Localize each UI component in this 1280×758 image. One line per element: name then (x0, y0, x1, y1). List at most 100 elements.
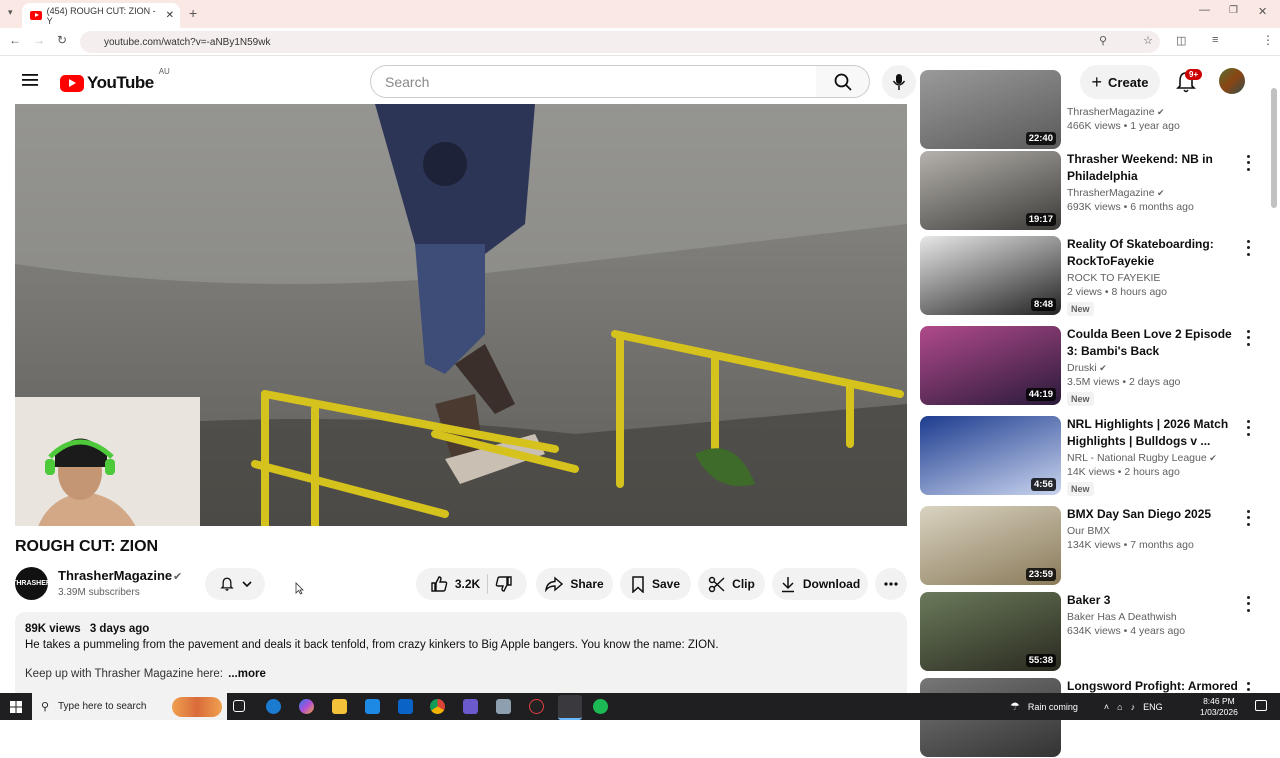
video-title[interactable]: Baker 3 (1067, 592, 1239, 609)
video-title[interactable]: Reality Of Skateboarding: RockToFayekie (1067, 236, 1239, 270)
search-button[interactable] (816, 65, 870, 98)
app-icon[interactable] (496, 699, 511, 714)
volume-icon[interactable]: ♪ (1131, 702, 1136, 712)
sidebar-video-item[interactable]: 22:40 ThrasherMagazine ✔ 466K views • 1 ye… (920, 70, 1270, 150)
video-stats: 693K views • 6 months ago (1067, 201, 1194, 213)
zoom-icon[interactable]: ⚲ (1099, 34, 1107, 47)
media-app-icon[interactable] (529, 699, 544, 714)
new-tab-icon[interactable]: + (189, 5, 197, 21)
more-vertical-icon[interactable] (1243, 328, 1253, 348)
back-icon[interactable]: ← (9, 33, 21, 47)
video-channel[interactable]: ROCK TO FAYEKIE (1067, 272, 1239, 284)
mail-icon[interactable] (398, 699, 413, 714)
channel-name[interactable]: ThrasherMagazine (58, 568, 172, 583)
video-channel[interactable]: Druski ✔ (1067, 362, 1239, 374)
teams-icon[interactable] (463, 699, 478, 714)
video-channel[interactable]: NRL - National Rugby League ✔ (1067, 452, 1239, 464)
more-vertical-icon[interactable] (1243, 508, 1253, 528)
spotify-icon[interactable] (593, 699, 608, 714)
sidebar-video-item[interactable]: 4:56 NRL Highlights | 2026 Match Highligh… (920, 416, 1270, 496)
mouse-cursor-icon (295, 582, 304, 595)
edge-browser-icon[interactable] (266, 699, 281, 714)
page-scrollbar[interactable] (1270, 88, 1278, 208)
video-title[interactable]: Coulda Been Love 2 Episode 3: Bambi's Ba… (1067, 326, 1239, 360)
save-button[interactable]: Save (620, 568, 691, 600)
minimize-icon[interactable]: — (1199, 4, 1210, 16)
voice-search-button[interactable] (882, 65, 916, 99)
subscribed-notifications-button[interactable] (205, 568, 265, 600)
tab-list-icon[interactable]: ▾ (8, 7, 13, 18)
subscriber-count: 3.39M subscribers (58, 587, 140, 598)
maximize-icon[interactable]: ❐ (1229, 5, 1238, 16)
browser-menu-icon[interactable]: ⋮ (1262, 33, 1274, 47)
reload-icon[interactable]: ↻ (57, 33, 67, 47)
video-channel[interactable]: Our BMX (1067, 525, 1239, 537)
channel-name: Baker Has A Deathwish (1067, 611, 1177, 623)
video-thumbnail[interactable]: 19:17 (920, 151, 1061, 230)
video-thumbnail[interactable]: 44:19 (920, 326, 1061, 405)
sidebar-video-item[interactable]: 19:17 Thrasher Weekend: NB in Philadelphi… (920, 151, 1270, 231)
taskbar-clock[interactable]: 8:46 PM 1/03/2026 (1200, 696, 1238, 718)
extensions-icon[interactable]: ◫ (1176, 34, 1186, 47)
video-channel[interactable]: ThrasherMagazine ✔ (1067, 187, 1239, 199)
bookmark-star-icon[interactable]: ☆ (1143, 34, 1153, 47)
tray-chevron-icon[interactable]: ˄ (1104, 702, 1109, 712)
more-vertical-icon[interactable] (1243, 594, 1253, 614)
share-label: Share (570, 577, 604, 591)
notification-center-icon[interactable] (1255, 700, 1267, 711)
more-actions-button[interactable] (875, 568, 907, 600)
more-vertical-icon[interactable] (1243, 153, 1253, 173)
browser-tab[interactable]: (454) ROUGH CUT: ZION - Y ✕ (22, 3, 180, 28)
video-thumbnail[interactable]: 22:40 (920, 70, 1061, 149)
store-icon[interactable] (365, 699, 380, 714)
sidebar-video-item[interactable]: 44:19 Coulda Been Love 2 Episode 3: Bambi… (920, 326, 1270, 406)
sidebar-video-item[interactable]: 8:48 Reality Of Skateboarding: RockToFaye… (920, 236, 1270, 316)
video-thumbnail[interactable]: 23:59 (920, 506, 1061, 585)
chrome-icon[interactable] (430, 699, 445, 714)
video-thumbnail[interactable]: 55:38 (920, 592, 1061, 671)
hamburger-menu-icon[interactable] (22, 73, 38, 87)
share-button[interactable]: Share (536, 568, 613, 600)
video-player[interactable] (15, 104, 907, 526)
video-thumbnail[interactable]: 8:48 (920, 236, 1061, 315)
thumbs-down-icon[interactable] (495, 575, 513, 593)
windows-start-icon[interactable] (10, 701, 22, 713)
like-button[interactable]: 3.2K (430, 575, 480, 593)
logo-text: YouTube (87, 73, 154, 92)
browser-tab-bar: ▾ (454) ROUGH CUT: ZION - Y ✕ + — ❐ ✕ (0, 0, 1280, 28)
language-indicator[interactable]: ENG (1143, 702, 1163, 712)
video-channel[interactable]: ThrasherMagazine ✔ (1067, 106, 1239, 118)
weather-text[interactable]: Rain coming (1028, 702, 1078, 712)
tab-close-icon[interactable]: ✕ (166, 10, 174, 21)
chrome-active-icon[interactable] (558, 695, 582, 720)
url-field[interactable]: youtube.com/watch?v=-aNBy1N59wk (80, 31, 1160, 53)
forward-icon[interactable]: → (33, 33, 45, 47)
clip-button[interactable]: Clip (698, 568, 765, 600)
taskbar-search-input[interactable]: ⚲ Type here to search (32, 693, 227, 720)
more-vertical-icon[interactable] (1243, 238, 1253, 258)
video-title[interactable]: NRL Highlights | 2026 Match Highlights |… (1067, 416, 1239, 450)
video-channel[interactable]: Baker Has A Deathwish (1067, 611, 1239, 623)
youtube-logo[interactable]: YouTube AU (60, 67, 170, 93)
search-icon (834, 73, 852, 91)
video-thumbnail[interactable]: 4:56 (920, 416, 1061, 495)
video-duration: 19:17 (1025, 213, 1056, 226)
search-input[interactable]: Search (370, 65, 817, 98)
task-view-icon[interactable] (233, 700, 245, 712)
download-button[interactable]: Download (772, 568, 868, 600)
microphone-icon (892, 74, 906, 90)
network-icon[interactable]: ⌂ (1117, 702, 1122, 712)
video-title[interactable]: BMX Day San Diego 2025 (1067, 506, 1239, 523)
more-vertical-icon[interactable] (1243, 418, 1253, 438)
reading-list-icon[interactable]: ≡ (1212, 34, 1218, 46)
channel-avatar[interactable]: THRASHER (12, 567, 51, 600)
description-box[interactable]: 89K views 3 days ago He takes a pummelin… (15, 612, 907, 702)
file-explorer-icon[interactable] (332, 699, 347, 714)
video-title[interactable]: Thrasher Weekend: NB in Philadelphia (1067, 151, 1239, 185)
copilot-icon[interactable] (299, 699, 314, 714)
close-window-icon[interactable]: ✕ (1258, 5, 1267, 18)
show-more-link[interactable]: ...more (228, 668, 266, 680)
sidebar-video-item[interactable]: 23:59 BMX Day San Diego 2025 Our BMX 134K v… (920, 506, 1270, 586)
sidebar-video-item[interactable]: 55:38 Baker 3 Baker Has A Deathwish 634K vi… (920, 592, 1270, 672)
description-line-1: He takes a pummeling from the pavement a… (25, 639, 719, 651)
